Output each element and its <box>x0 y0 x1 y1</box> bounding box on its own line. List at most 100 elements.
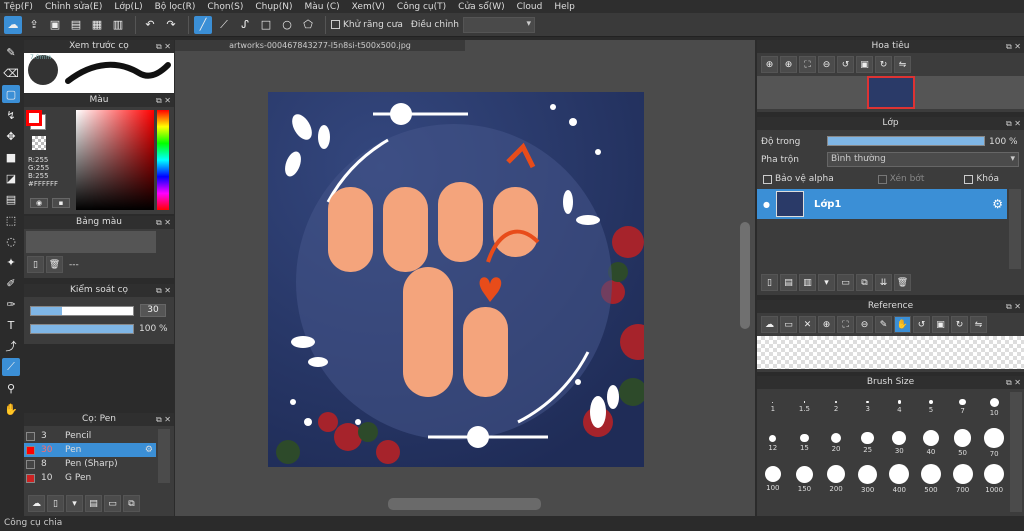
brush-menu-icon[interactable]: ▾ <box>66 495 83 512</box>
color-swap-button[interactable]: ▪ <box>52 198 70 208</box>
brush-settings-icon[interactable]: ▤ <box>85 495 102 512</box>
brush-size-cell[interactable]: 3 <box>853 400 882 413</box>
brush-size-scrollbar[interactable] <box>1010 392 1022 512</box>
select-pen-icon[interactable]: ✐ <box>2 274 20 292</box>
menu-item[interactable]: Cloud <box>517 2 543 12</box>
brush-item[interactable]: 3 Pencil <box>24 429 156 443</box>
add-brush-icon[interactable]: ▯ <box>47 495 64 512</box>
gear-icon[interactable]: ⚙ <box>145 445 153 455</box>
rotate-right-icon[interactable]: ↻ <box>875 56 892 73</box>
open-folder-icon[interactable]: ▭ <box>780 316 797 333</box>
menu-item[interactable]: Chụp(N) <box>255 2 292 12</box>
reference-image-area[interactable] <box>757 336 1024 369</box>
move-tool-icon[interactable]: ✥ <box>2 127 20 145</box>
zoom-out-icon[interactable]: ⊖ <box>856 316 873 333</box>
freeselect-tool-icon[interactable]: ◌ <box>2 232 20 250</box>
blend-mode-dropdown[interactable]: Bình thường ▾ <box>827 152 1019 167</box>
close-icon[interactable]: ⧉ ✕ <box>1006 117 1021 130</box>
horizontal-scrollbar-thumb[interactable] <box>388 498 541 510</box>
palette-swatch-area[interactable] <box>26 231 156 253</box>
undo-icon[interactable]: ↶ <box>141 16 159 34</box>
curve-tool-icon[interactable]: ᔑ <box>236 16 254 34</box>
hand-tool-icon[interactable]: ✋ <box>2 400 20 418</box>
brush-size-cell[interactable]: 50 <box>948 429 977 457</box>
select-eraser-icon[interactable]: ✑ <box>2 295 20 313</box>
brush-size-cell[interactable]: 2 <box>822 401 851 413</box>
brush-size-cell[interactable]: 12 <box>758 434 787 452</box>
brush-item[interactable]: 30 Pen ⚙ <box>24 443 156 457</box>
brush-opacity-slider[interactable] <box>30 324 134 334</box>
zoom-in-icon[interactable]: ⊕ <box>818 316 835 333</box>
clipping-checkbox[interactable] <box>877 174 887 184</box>
hue-slider[interactable] <box>157 110 169 210</box>
fill-rect-tool-icon[interactable]: ■ <box>2 148 20 166</box>
brush-size-cell[interactable]: 40 <box>916 430 945 456</box>
menu-item[interactable]: Chọn(S) <box>207 2 243 12</box>
select-rect-tool-icon[interactable]: ▢ <box>2 85 20 103</box>
close-icon[interactable]: ⧉ ✕ <box>156 413 171 426</box>
gear-icon[interactable]: ⚙ <box>992 197 1003 211</box>
flip-icon[interactable]: ⇋ <box>894 56 911 73</box>
cloud-icon[interactable]: ☁ <box>4 15 22 34</box>
zoom-out-icon[interactable]: ⊖ <box>818 56 835 73</box>
brush-size-cell[interactable]: 150 <box>790 465 819 493</box>
magic-wand-icon[interactable]: ✦ <box>2 253 20 271</box>
brush-size-cell[interactable]: 300 <box>853 464 882 494</box>
brush-size-cell[interactable]: 500 <box>916 464 945 494</box>
brush-list-scrollbar[interactable] <box>158 429 170 483</box>
gradient-tool-icon[interactable]: ▤ <box>2 190 20 208</box>
brush-cloud-icon[interactable]: ☁ <box>28 495 45 512</box>
polyline-tool-icon[interactable]: ⟋ <box>215 16 233 34</box>
visibility-icon[interactable]: ● <box>763 200 770 209</box>
add-layer-menu-icon[interactable]: ▾ <box>818 274 835 291</box>
fullscreen-icon[interactable]: ▣ <box>856 56 873 73</box>
foreground-color-swatch[interactable] <box>26 110 42 126</box>
close-icon[interactable]: ⧉ ✕ <box>156 40 171 53</box>
eyedropper-icon[interactable]: ✎ <box>875 316 892 333</box>
divide-tool-icon[interactable]: ⟋ <box>2 358 20 376</box>
close-icon[interactable]: ⧉ ✕ <box>156 94 171 107</box>
brush-item[interactable]: 10 G Pen <box>24 471 156 485</box>
fit-icon[interactable]: ⛶ <box>837 316 854 333</box>
menu-item[interactable]: Help <box>554 2 575 12</box>
menu-item[interactable]: Màu (C) <box>305 2 340 12</box>
hand-icon[interactable]: ✋ <box>894 316 911 333</box>
transparent-swatch[interactable] <box>32 136 46 150</box>
eraser-tool-icon[interactable]: ⌫ <box>2 64 20 82</box>
operation-tool-icon[interactable]: ⤴ <box>2 337 20 355</box>
rotate-left-icon[interactable]: ↺ <box>913 316 930 333</box>
menu-item[interactable]: Lớp(L) <box>114 2 142 12</box>
cloud-icon[interactable]: ☁ <box>761 316 778 333</box>
color-mode-button[interactable]: ◉ <box>30 198 48 208</box>
adjust-dropdown[interactable] <box>462 16 535 33</box>
delete-palette-icon[interactable]: 🗑 <box>46 256 63 273</box>
brush-size-value[interactable]: 30 <box>140 304 166 317</box>
rectangle-tool-icon[interactable]: □ <box>257 16 275 34</box>
brush-size-cell[interactable]: 7 <box>948 398 977 415</box>
ellipse-tool-icon[interactable]: ○ <box>278 16 296 34</box>
close-icon[interactable]: ✕ <box>799 316 816 333</box>
fullscreen-icon[interactable]: ▣ <box>932 316 949 333</box>
duplicate-layer-icon[interactable]: ⧉ <box>856 274 873 291</box>
brush-size-cell[interactable]: 20 <box>822 432 851 453</box>
export-icon[interactable]: ⇪ <box>25 16 43 34</box>
delete-layer-icon[interactable]: 🗑 <box>894 274 911 291</box>
new-layer-icon[interactable]: ▯ <box>761 274 778 291</box>
polygon-tool-icon[interactable]: ⬠ <box>299 16 317 34</box>
brush-size-cell[interactable]: 70 <box>980 428 1009 458</box>
layer-opacity-slider[interactable] <box>827 136 985 146</box>
menu-item[interactable]: Công cụ(T) <box>397 2 446 12</box>
new-layer-1bit-icon[interactable]: ▥ <box>799 274 816 291</box>
fit-icon[interactable]: ⛶ <box>799 56 816 73</box>
brush-size-cell[interactable]: 25 <box>853 431 882 454</box>
brush-size-cell[interactable]: 10 <box>980 397 1009 417</box>
grid-icon[interactable]: ▥ <box>109 16 127 34</box>
brush-size-cell[interactable]: 1000 <box>980 464 1009 494</box>
brush-size-cell[interactable]: 1.5 <box>790 401 819 413</box>
menu-item[interactable]: Tệp(F) <box>4 2 33 12</box>
document-tab[interactable]: artworks-000467843277-l5n8si-t500x500.jp… <box>175 40 465 51</box>
chat-icon[interactable]: ▣ <box>46 16 64 34</box>
menu-item[interactable]: Xem(V) <box>352 2 385 12</box>
menu-item[interactable]: Bộ lọc(R) <box>155 2 196 12</box>
brush-size-cell[interactable]: 30 <box>885 430 914 455</box>
